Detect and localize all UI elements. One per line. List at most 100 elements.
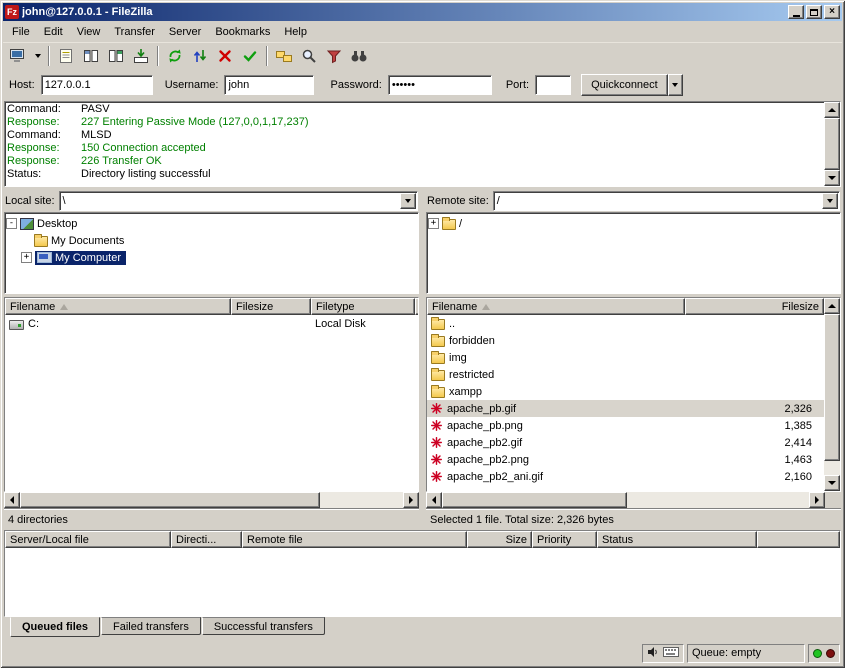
remote-file-row-selected[interactable]: apache_pb.gif 2,326	[427, 400, 824, 417]
remote-file-row[interactable]: apache_pb.png 1,385	[427, 417, 824, 434]
site-manager-dropdown-button[interactable]	[31, 45, 44, 67]
remote-vertical-scrollbar[interactable]	[824, 298, 840, 491]
collapse-icon[interactable]: -	[6, 218, 17, 229]
tree-item-label: Desktop	[34, 217, 80, 231]
column-header-size[interactable]: Size	[467, 531, 532, 548]
tree-item-my-computer[interactable]: + My Computer	[6, 249, 417, 266]
column-header-filename[interactable]: Filename	[5, 298, 231, 315]
scrollbar-thumb[interactable]	[824, 118, 840, 170]
menu-edit[interactable]: Edit	[37, 23, 70, 41]
remote-file-row[interactable]: apache_pb2.gif 2,414	[427, 434, 824, 451]
scroll-left-button[interactable]	[4, 492, 20, 508]
remote-file-row[interactable]: apache_pb2_ani.gif 2,160	[427, 468, 824, 485]
menu-view[interactable]: View	[70, 23, 108, 41]
local-horizontal-scrollbar[interactable]	[4, 492, 419, 508]
menu-transfer[interactable]: Transfer	[107, 23, 162, 41]
column-header-last-modified[interactable]: L	[415, 298, 419, 315]
filter-button[interactable]	[322, 45, 346, 67]
scrollbar-thumb[interactable]	[20, 492, 320, 508]
scrollbar-thumb[interactable]	[442, 492, 627, 508]
dropdown-arrow-icon	[827, 199, 833, 203]
log-line-type: Command:	[7, 129, 81, 142]
menu-file[interactable]: File	[5, 23, 37, 41]
find-files-button[interactable]	[347, 45, 371, 67]
scroll-up-button[interactable]	[824, 298, 840, 314]
tree-item-root[interactable]: + /	[428, 215, 839, 232]
username-input[interactable]	[224, 75, 314, 95]
port-input[interactable]	[535, 75, 571, 95]
site-manager-button[interactable]	[6, 45, 30, 67]
tree-item-desktop[interactable]: - Desktop	[6, 215, 417, 232]
scroll-right-button[interactable]	[403, 492, 419, 508]
quickconnect-dropdown-button[interactable]	[668, 74, 683, 96]
column-header-filetype[interactable]: Filetype	[311, 298, 415, 315]
remote-horizontal-scrollbar[interactable]	[426, 492, 841, 508]
minimize-button[interactable]	[788, 5, 804, 19]
host-input[interactable]	[41, 75, 153, 95]
tab-failed-transfers[interactable]: Failed transfers	[101, 617, 201, 635]
scrollbar-track[interactable]	[824, 461, 840, 475]
column-header-status[interactable]: Status	[597, 531, 757, 548]
log-scrollbar[interactable]	[824, 102, 840, 186]
remote-file-row[interactable]: img	[427, 349, 824, 366]
scroll-down-button[interactable]	[824, 170, 840, 186]
search-files-button[interactable]	[297, 45, 321, 67]
scrollbar-track[interactable]	[320, 492, 403, 508]
column-header-direction[interactable]: Directi...	[171, 531, 242, 548]
file-name: restricted	[449, 369, 494, 381]
speaker-icon[interactable]	[647, 646, 659, 661]
scrollbar-corner	[825, 492, 841, 508]
directory-comparison-button[interactable]	[272, 45, 296, 67]
password-input[interactable]	[388, 75, 492, 95]
toggle-message-log-button[interactable]	[54, 45, 78, 67]
tree-item-my-documents[interactable]: My Documents	[6, 232, 417, 249]
remote-file-row[interactable]: forbidden	[427, 332, 824, 349]
scrollbar-track[interactable]	[627, 492, 809, 508]
local-site-combo[interactable]: \	[59, 191, 418, 211]
maximize-icon	[810, 9, 818, 16]
quickconnect-button[interactable]: Quickconnect	[581, 74, 668, 96]
maximize-button[interactable]	[806, 5, 822, 19]
menu-server[interactable]: Server	[162, 23, 208, 41]
remote-site-combo[interactable]: /	[493, 191, 840, 211]
remote-file-row[interactable]: ..	[427, 315, 824, 332]
toggle-remote-treeview-button[interactable]	[104, 45, 128, 67]
filesize-cell: 2,160	[685, 471, 824, 483]
menu-bookmarks[interactable]: Bookmarks	[208, 23, 277, 41]
remote-site-value[interactable]: /	[494, 195, 821, 207]
remote-file-row[interactable]: apache_pb2.png 1,463	[427, 451, 824, 468]
close-button[interactable]: ×	[824, 5, 840, 19]
toggle-local-treeview-button[interactable]	[79, 45, 103, 67]
local-site-dropdown-button[interactable]	[400, 193, 416, 209]
remote-site-dropdown-button[interactable]	[822, 193, 838, 209]
scroll-up-button[interactable]	[824, 102, 840, 118]
keyboard-icon[interactable]	[663, 647, 679, 660]
toggle-transfer-queue-button[interactable]	[129, 45, 153, 67]
column-header-remote-file[interactable]: Remote file	[242, 531, 467, 548]
column-header-filename[interactable]: Filename	[427, 298, 685, 315]
local-file-row[interactable]: C: Local Disk	[5, 315, 418, 332]
column-header-filesize[interactable]: Filesize	[231, 298, 311, 315]
scroll-down-button[interactable]	[824, 475, 840, 491]
scrollbar-thumb[interactable]	[824, 314, 840, 461]
column-header-server-local-file[interactable]: Server/Local file	[5, 531, 171, 548]
menu-help[interactable]: Help	[277, 23, 314, 41]
refresh-button[interactable]	[163, 45, 187, 67]
titlebar[interactable]: Fz john@127.0.0.1 - FileZilla ×	[3, 3, 842, 21]
expand-icon[interactable]: +	[428, 218, 439, 229]
process-queue-button[interactable]	[238, 45, 262, 67]
column-header-priority[interactable]: Priority	[532, 531, 597, 548]
tab-queued-files[interactable]: Queued files	[10, 617, 100, 637]
scroll-up-icon	[828, 108, 836, 112]
remote-file-row[interactable]: restricted	[427, 366, 824, 383]
local-site-value[interactable]: \	[60, 195, 399, 207]
scroll-left-button[interactable]	[426, 492, 442, 508]
remote-file-row[interactable]: xampp	[427, 383, 824, 400]
scroll-right-button[interactable]	[809, 492, 825, 508]
expand-icon[interactable]: +	[21, 252, 32, 263]
username-label: Username:	[165, 79, 219, 91]
synchronize-button[interactable]	[188, 45, 212, 67]
tab-successful-transfers[interactable]: Successful transfers	[202, 617, 325, 635]
abort-transfer-button[interactable]	[213, 45, 237, 67]
column-header-filesize[interactable]: Filesize	[685, 298, 824, 315]
